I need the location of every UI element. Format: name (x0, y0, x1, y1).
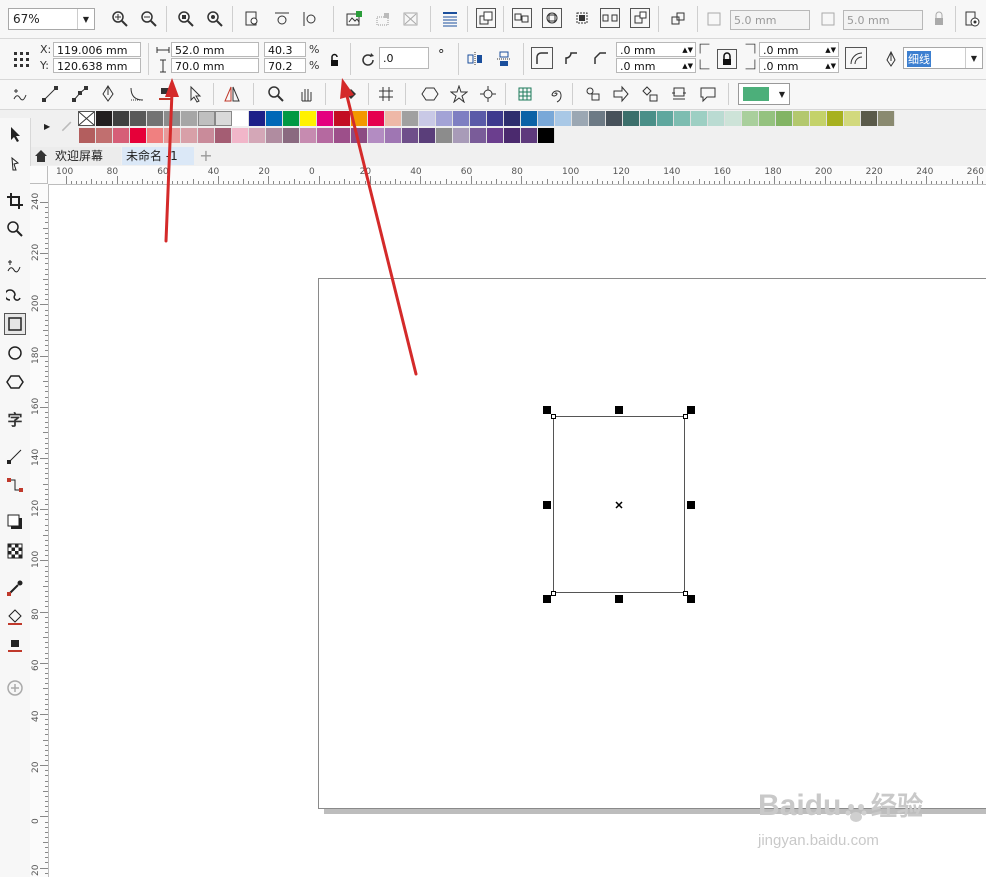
baidu-watermark: Baidu 经验 (758, 786, 923, 823)
watermark-brand-latin: Baidu (758, 789, 842, 822)
watermark-url: jingyan.baidu.com (758, 832, 879, 849)
annotation-arrows (164, 78, 418, 376)
watermark-brand-cjk: 经验 (871, 792, 924, 822)
arrow-to-size-fields (164, 78, 179, 243)
arrow-to-lock-ratio (340, 78, 418, 376)
paw-icon (845, 801, 867, 823)
